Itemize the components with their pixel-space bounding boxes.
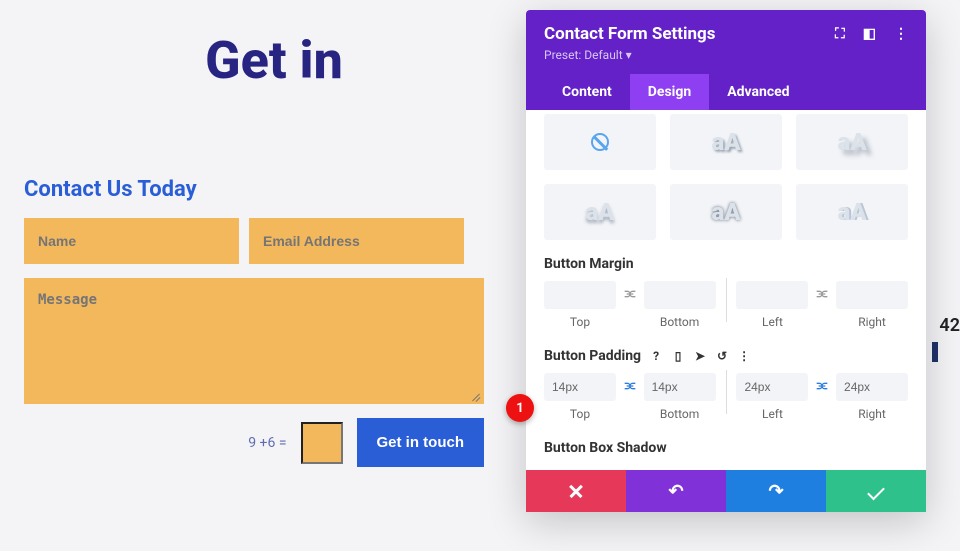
- text-shadow-tile-2[interactable]: aA: [670, 114, 782, 170]
- text-shadow-tile-6[interactable]: aA: [796, 184, 908, 240]
- text-shadow-tile-5[interactable]: aA: [670, 184, 782, 240]
- tab-content[interactable]: Content: [544, 74, 630, 110]
- kebab-small-icon[interactable]: ⋮: [737, 349, 751, 363]
- padding-left-input[interactable]: [736, 373, 808, 401]
- undo-button[interactable]: ↶: [626, 470, 726, 512]
- side-text-fragment: 42: [939, 315, 960, 336]
- divider: [726, 278, 727, 322]
- aA-preview: aA: [585, 198, 614, 226]
- check-icon: [867, 482, 885, 500]
- padding-top-input[interactable]: [544, 373, 616, 401]
- prohibited-icon: [591, 133, 609, 151]
- panel-header: Contact Form Settings ⛶ ◧ ⋮ Preset: Defa…: [526, 10, 926, 110]
- tablet-icon[interactable]: ▯: [671, 349, 685, 363]
- panel-title: Contact Form Settings: [544, 24, 716, 44]
- aA-preview: aA: [837, 198, 866, 226]
- divider: [726, 370, 727, 414]
- expand-icon[interactable]: ⛶: [835, 26, 845, 42]
- tab-design[interactable]: Design: [630, 74, 709, 110]
- text-shadow-tile-4[interactable]: aA: [544, 184, 656, 240]
- snap-icon[interactable]: ◧: [863, 26, 876, 42]
- margin-right-input[interactable]: [836, 281, 908, 309]
- link-tb-active-icon[interactable]: [620, 375, 640, 397]
- undo-icon: ↶: [668, 481, 683, 502]
- margin-left-input[interactable]: [736, 281, 808, 309]
- close-icon: [569, 484, 583, 498]
- captcha-question: 9 +6 =: [248, 435, 286, 451]
- margin-left-label: Left: [762, 315, 783, 329]
- link-tb-icon[interactable]: [620, 283, 640, 305]
- name-field[interactable]: [24, 218, 239, 264]
- aA-preview: aA: [711, 128, 740, 156]
- padding-right-input[interactable]: [836, 373, 908, 401]
- captcha-input[interactable]: [301, 422, 343, 464]
- email-field[interactable]: [249, 218, 464, 264]
- margin-right-label: Right: [858, 315, 886, 329]
- text-shadow-tile-3[interactable]: aA: [796, 114, 908, 170]
- section-button-padding: Button Padding: [544, 348, 641, 364]
- confirm-button[interactable]: [826, 470, 926, 512]
- margin-top-input[interactable]: [544, 281, 616, 309]
- annotation-marker-1: 1: [506, 394, 534, 422]
- section-button-margin: Button Margin: [544, 256, 908, 272]
- padding-bottom-input[interactable]: [644, 373, 716, 401]
- margin-bottom-label: Bottom: [660, 315, 699, 329]
- link-lr-active-icon[interactable]: [812, 375, 832, 397]
- hover-cursor-icon[interactable]: ➤: [693, 349, 707, 363]
- kebab-icon[interactable]: ⋮: [894, 26, 908, 42]
- text-shadow-none-tile[interactable]: [544, 114, 656, 170]
- reset-icon[interactable]: ↺: [715, 349, 729, 363]
- padding-top-label: Top: [570, 407, 590, 421]
- contact-heading: Contact Us Today: [24, 177, 484, 202]
- tab-advanced[interactable]: Advanced: [709, 74, 807, 110]
- redo-icon: ↷: [768, 481, 783, 502]
- margin-bottom-input[interactable]: [644, 281, 716, 309]
- padding-bottom-label: Bottom: [660, 407, 699, 421]
- chevron-down-icon[interactable]: ▾: [626, 48, 632, 62]
- help-icon[interactable]: ?: [649, 349, 663, 363]
- aA-preview: aA: [837, 128, 866, 156]
- aA-preview: aA: [711, 198, 740, 226]
- submit-button[interactable]: Get in touch: [357, 418, 485, 467]
- link-lr-icon[interactable]: [812, 283, 832, 305]
- settings-panel: Contact Form Settings ⛶ ◧ ⋮ Preset: Defa…: [526, 10, 926, 512]
- margin-top-label: Top: [570, 315, 590, 329]
- padding-right-label: Right: [858, 407, 886, 421]
- section-button-box-shadow: Button Box Shadow: [544, 440, 908, 456]
- redo-button[interactable]: ↷: [726, 470, 826, 512]
- message-field[interactable]: [24, 278, 484, 404]
- preset-label[interactable]: Preset: Default: [544, 48, 623, 62]
- resize-handle-icon[interactable]: [472, 392, 482, 402]
- discard-button[interactable]: [526, 470, 626, 512]
- scrollbar-thumb[interactable]: [932, 342, 938, 362]
- padding-left-label: Left: [762, 407, 783, 421]
